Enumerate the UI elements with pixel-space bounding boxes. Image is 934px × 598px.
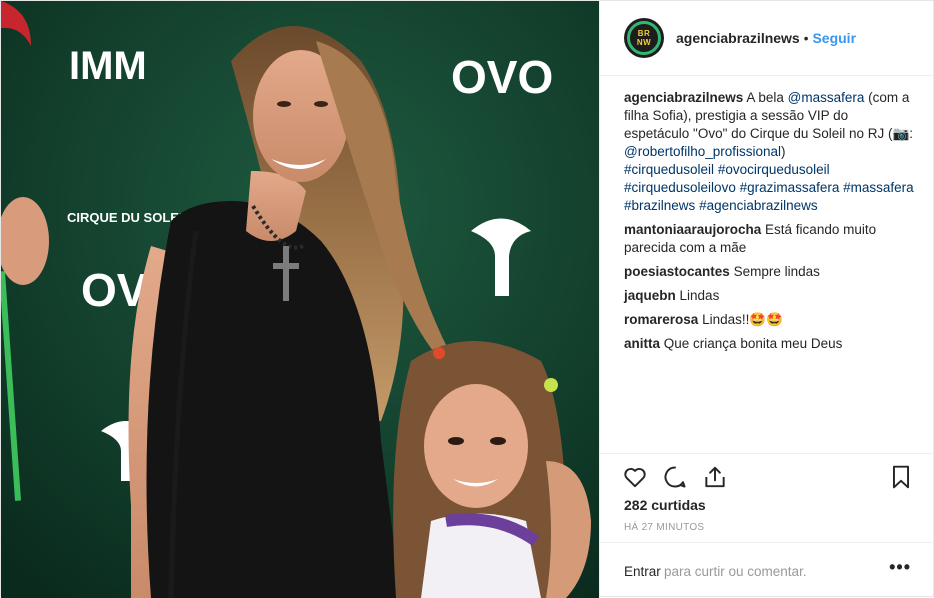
- caption-username[interactable]: agenciabrazilnews: [624, 90, 743, 105]
- caption: agenciabrazilnews A bela @massafera (com…: [624, 89, 916, 215]
- bookmark-icon[interactable]: [888, 464, 914, 490]
- comment-text: Que criança bonita meu Deus: [664, 336, 843, 351]
- girl-eye-left: [448, 437, 464, 445]
- login-link[interactable]: Entrar: [624, 564, 661, 579]
- girl-hairtie-red: [433, 347, 445, 359]
- comment-text: Lindas!!🤩🤩: [702, 312, 783, 327]
- girl-shirt: [421, 514, 541, 598]
- hashtag[interactable]: #agenciabrazilnews: [699, 198, 818, 213]
- avatar[interactable]: BRNW: [624, 18, 664, 58]
- likes-count[interactable]: 282 curtidas: [624, 497, 706, 513]
- hashtag[interactable]: #cirquedusoleil: [624, 162, 714, 177]
- comment-text: Lindas: [680, 288, 720, 303]
- comment-username[interactable]: romarerosa: [624, 312, 698, 327]
- post-side-panel: BRNW agenciabrazilnews • Seguir agenciab…: [599, 1, 934, 598]
- caption-mention-massafera[interactable]: @massafera: [788, 90, 865, 105]
- caption-text-3: :: [909, 126, 913, 141]
- follow-button[interactable]: Seguir: [812, 30, 856, 46]
- girl-hairtie-green: [544, 378, 558, 392]
- hashtag[interactable]: #cirquedusoleilovo: [624, 180, 736, 195]
- hashtag[interactable]: #ovocirquedusoleil: [718, 162, 830, 177]
- comment-item: romarerosa Lindas!!🤩🤩: [624, 311, 916, 329]
- comment-username[interactable]: anitta: [624, 336, 660, 351]
- header-username[interactable]: agenciabrazilnews: [676, 30, 800, 46]
- hashtag[interactable]: #brazilnews: [624, 198, 695, 213]
- comments-list: agenciabrazilnews A bela @massafera (com…: [624, 89, 916, 359]
- comment-username[interactable]: mantoniaaraujorocha: [624, 222, 761, 237]
- speech-bubble-icon[interactable]: [662, 464, 688, 490]
- comment-item: anitta Que criança bonita meu Deus: [624, 335, 916, 353]
- photo-illustration: IMM OVO CIRQUE DU SOLEIL OVO: [1, 1, 599, 598]
- post-header: BRNW agenciabrazilnews • Seguir: [600, 1, 934, 76]
- heart-icon[interactable]: [622, 464, 648, 490]
- comment-username[interactable]: poesiastocantes: [624, 264, 730, 279]
- comment-item: jaquebn Lindas: [624, 287, 916, 305]
- camera-emoji-icon: 📷: [892, 126, 909, 141]
- header-separator: •: [804, 31, 809, 46]
- post-photo[interactable]: IMM OVO CIRQUE DU SOLEIL OVO: [1, 1, 599, 598]
- girl-eye-right: [490, 437, 506, 445]
- comment-item: mantoniaaraujorocha Está ficando muito p…: [624, 221, 916, 257]
- more-options-icon[interactable]: •••: [889, 557, 911, 578]
- woman-eye-right: [314, 101, 328, 107]
- post-timestamp[interactable]: HÁ 27 MINUTOS: [624, 522, 704, 533]
- instagram-post: IMM OVO CIRQUE DU SOLEIL OVO: [0, 0, 934, 597]
- comment-item: poesiastocantes Sempre lindas: [624, 263, 916, 281]
- comment-text: Sempre lindas: [734, 264, 820, 279]
- caption-text-1: A bela: [746, 90, 784, 105]
- avatar-monogram: BRNW: [624, 29, 664, 47]
- hashtag[interactable]: #massafera: [843, 180, 914, 195]
- girl-face: [424, 384, 528, 508]
- login-prompt-text: para curtir ou comentar.: [664, 564, 807, 579]
- ovo-logo-top: OVO: [451, 51, 553, 103]
- action-bar: [600, 453, 934, 498]
- share-icon[interactable]: [702, 464, 728, 490]
- add-comment-bar: Entrar para curtir ou comentar. •••: [600, 542, 934, 598]
- caption-mention-photographer[interactable]: @robertofilho_profissional: [624, 144, 781, 159]
- comment-username[interactable]: jaquebn: [624, 288, 676, 303]
- caption-text-4: ): [781, 144, 786, 159]
- hashtag[interactable]: #grazimassafera: [740, 180, 840, 195]
- imm-logo: IMM: [69, 44, 147, 88]
- woman-eye-left: [277, 101, 291, 107]
